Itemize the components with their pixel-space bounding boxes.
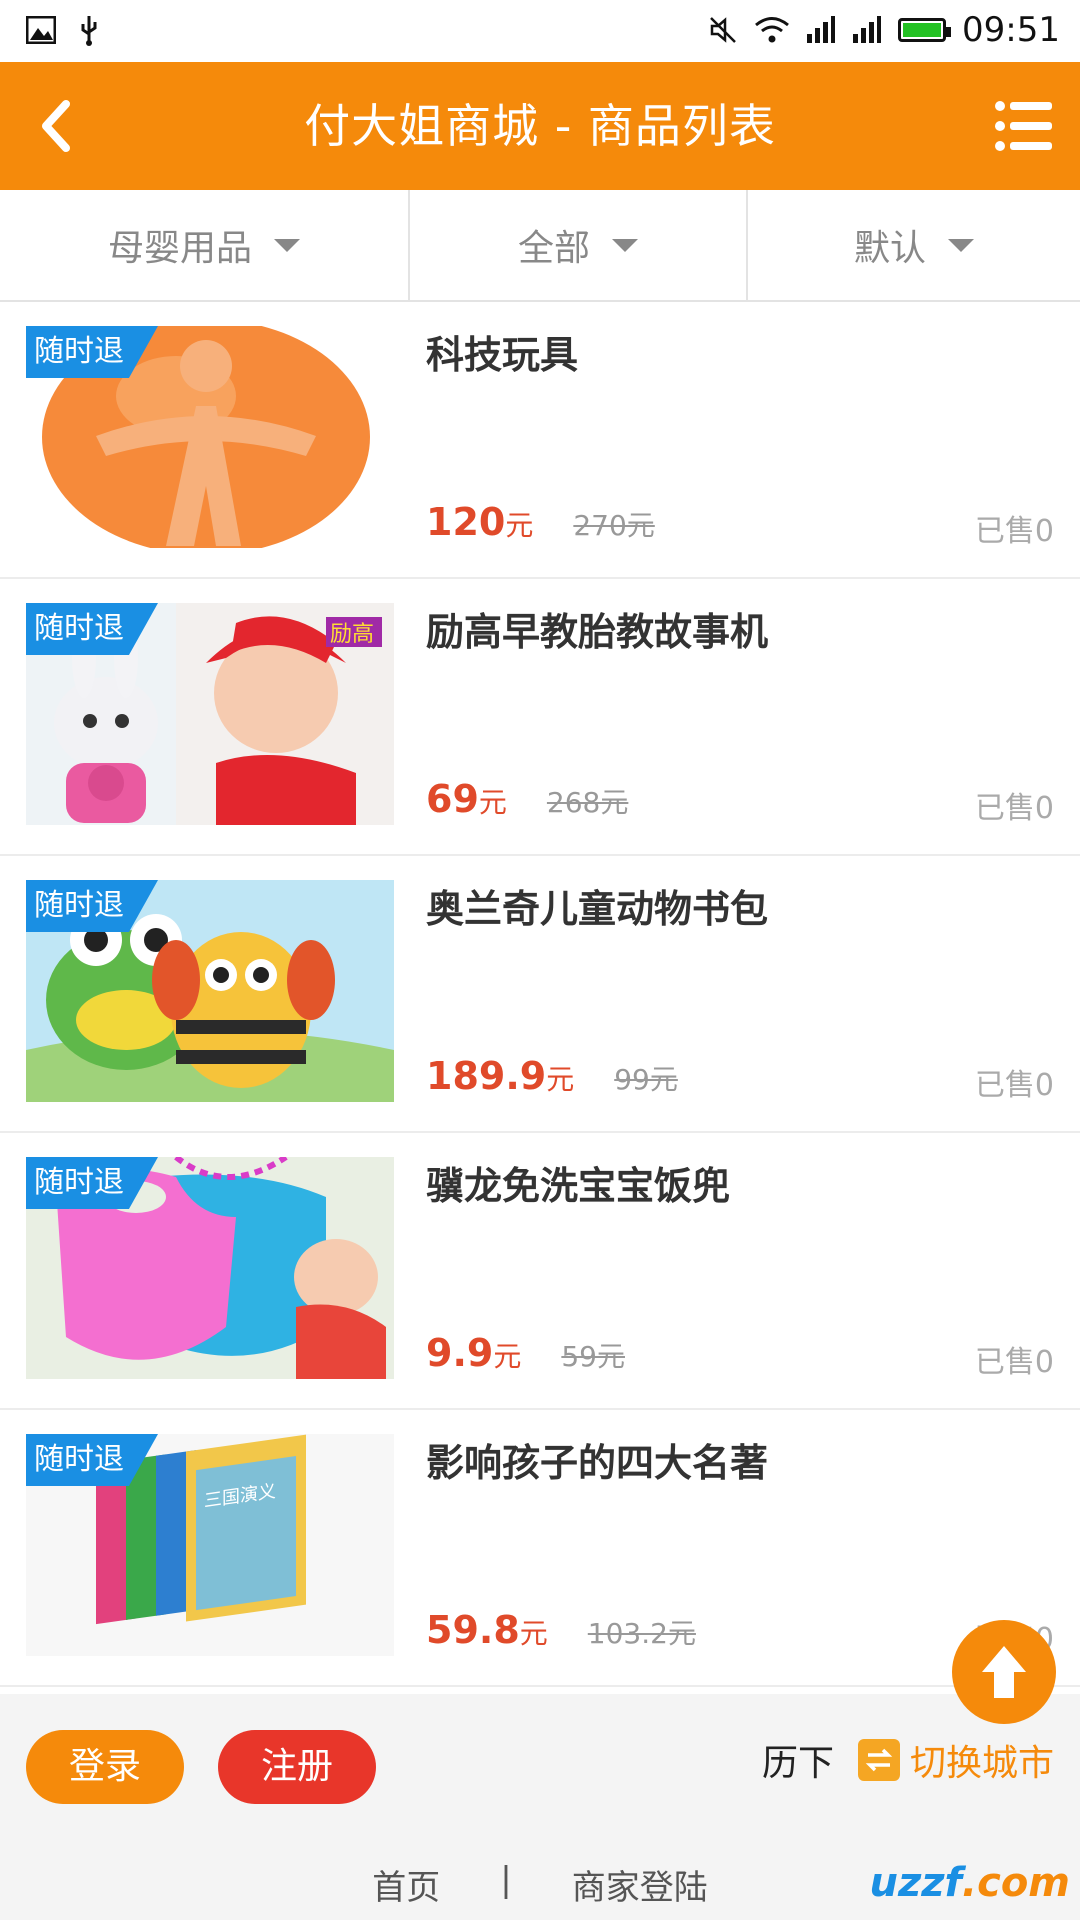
sold-count: 已售0 xyxy=(974,791,1054,826)
original-price: 99元 xyxy=(614,1063,678,1096)
product-price: 120元 xyxy=(426,500,534,544)
link-separator: | xyxy=(500,1860,512,1900)
area-filter[interactable]: 全部 xyxy=(408,190,746,300)
scroll-to-top-button[interactable] xyxy=(952,1620,1056,1724)
product-price: 69元 xyxy=(426,777,507,821)
list-item[interactable]: 励高 随时退 励高早教胎教故事机 69元 268元 已售0 xyxy=(0,579,1080,856)
product-name[interactable]: 影响孩子的四大名著 xyxy=(426,1432,768,1487)
original-price: 103.2元 xyxy=(587,1617,696,1650)
list-item[interactable]: 三国演义 随时退 影响孩子的四大名著 59.8元 103.2元 已售0 xyxy=(0,1410,1080,1687)
sort-filter-label: 默认 xyxy=(853,228,926,269)
status-bar: 09:51 xyxy=(0,0,1080,62)
mute-icon xyxy=(710,17,736,43)
current-city: 历下 xyxy=(761,1743,834,1784)
arrow-up-icon xyxy=(982,1646,1026,1698)
footer: 登录 注册 历下 切换城市 首页 | 商家登陆 uzzf .com xyxy=(0,1694,1080,1920)
product-image[interactable]: 随时退 xyxy=(26,1157,394,1379)
category-filter-label: 母婴用品 xyxy=(107,228,252,269)
list-item[interactable]: 随时退 骥龙免洗宝宝饭兜 9.9元 59元 已售0 xyxy=(0,1133,1080,1410)
product-price: 9.9元 xyxy=(426,1331,522,1375)
product-name[interactable]: 奥兰奇儿童动物书包 xyxy=(426,878,768,933)
product-image[interactable]: 随时退 xyxy=(26,326,394,548)
menu-list-icon[interactable] xyxy=(994,98,1054,154)
chevron-down-icon xyxy=(612,238,638,252)
list-item[interactable]: 随时退 奥兰奇儿童动物书包 189.9元 99元 已售0 xyxy=(0,856,1080,1133)
signal-icon-2 xyxy=(853,16,882,43)
product-image[interactable]: 励高 随时退 xyxy=(26,603,394,825)
area-filter-label: 全部 xyxy=(517,228,590,269)
battery-icon xyxy=(898,18,952,42)
switch-arrows-icon[interactable] xyxy=(857,1739,900,1781)
filter-bar: 母婴用品 全部 默认 xyxy=(0,190,1080,302)
category-filter[interactable]: 母婴用品 xyxy=(0,190,408,300)
login-button[interactable]: 登录 xyxy=(26,1730,184,1804)
sold-count: 已售0 xyxy=(974,514,1054,549)
switch-city-link[interactable]: 切换城市 xyxy=(910,1734,1054,1786)
wifi-icon xyxy=(755,17,789,43)
product-price: 189.9元 xyxy=(426,1054,575,1098)
svg-text:励高: 励高 xyxy=(330,622,374,647)
original-price: 59元 xyxy=(561,1340,625,1373)
image-notification-icon xyxy=(26,16,56,44)
product-image[interactable]: 随时退 xyxy=(26,880,394,1102)
sold-count: 已售0 xyxy=(974,1345,1054,1380)
original-price: 268元 xyxy=(546,786,629,819)
city-switcher[interactable]: 历下 切换城市 xyxy=(762,1734,1054,1786)
product-image[interactable]: 三国演义 随时退 xyxy=(26,1434,394,1656)
merchant-login-link[interactable]: 商家登陆 xyxy=(572,1860,708,1909)
signal-icon xyxy=(807,16,836,43)
product-name[interactable]: 骥龙免洗宝宝饭兜 xyxy=(426,1155,730,1210)
chevron-down-icon xyxy=(274,238,300,252)
product-list: 随时退 科技玩具 120元 270元 已售0 励高 随时退 励高早教胎教故事机 … xyxy=(0,302,1080,1687)
page-title: 付大姐商城 - 商品列表 xyxy=(304,99,776,153)
home-link[interactable]: 首页 xyxy=(372,1860,440,1909)
chevron-down-icon xyxy=(948,238,974,252)
original-price: 270元 xyxy=(573,509,655,542)
register-button[interactable]: 注册 xyxy=(218,1730,376,1804)
product-name[interactable]: 科技玩具 xyxy=(426,324,578,379)
usb-icon xyxy=(81,16,97,46)
list-item[interactable]: 随时退 科技玩具 120元 270元 已售0 xyxy=(0,302,1080,579)
sort-filter[interactable]: 默认 xyxy=(746,190,1080,300)
product-price: 59.8元 xyxy=(426,1608,548,1652)
sold-count: 已售0 xyxy=(974,1068,1054,1103)
app-header: 付大姐商城 - 商品列表 xyxy=(0,62,1080,190)
watermark-logo: uzzf .com xyxy=(869,1860,1070,1906)
status-time: 09:51 xyxy=(962,10,1060,50)
product-name[interactable]: 励高早教胎教故事机 xyxy=(426,601,768,656)
